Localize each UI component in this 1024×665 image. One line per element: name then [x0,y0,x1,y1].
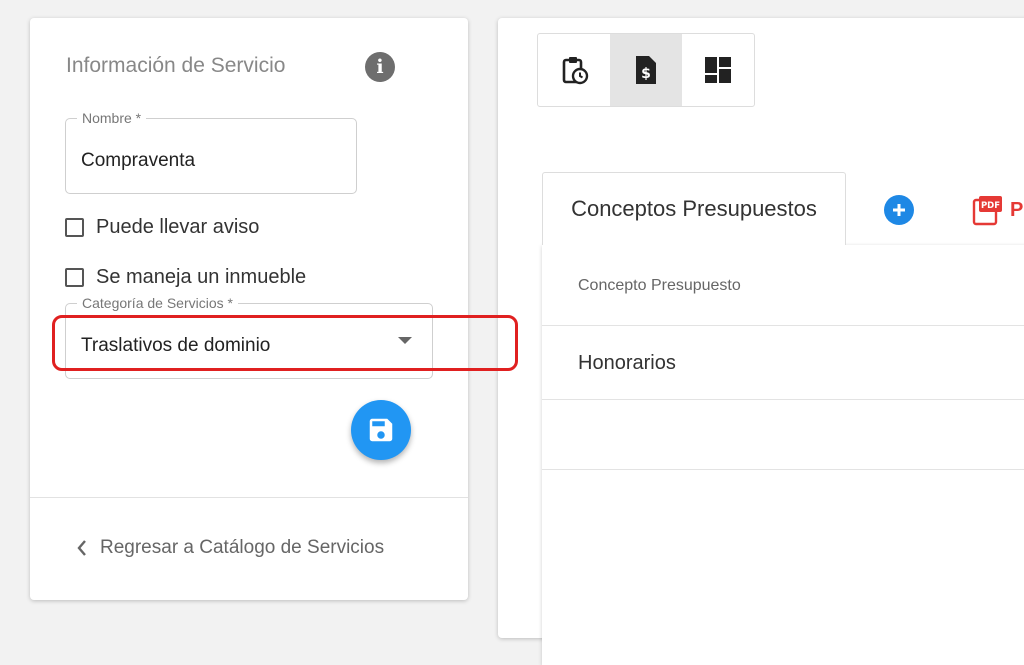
add-concept-button[interactable] [884,195,914,225]
categoria-select[interactable]: Categoría de Servicios * Traslativos de … [65,295,433,379]
pdf-export-button[interactable]: PDF P [972,194,1023,226]
save-icon [369,418,393,442]
checkbox-box[interactable] [65,218,84,237]
puede-llevar-aviso-checkbox[interactable]: Puede llevar aviso [65,216,259,239]
add-circle-icon [893,204,905,216]
chevron-down-icon[interactable] [398,337,412,344]
divider [30,497,468,498]
back-link-label: Regresar a Catálogo de Servicios [100,537,385,558]
se-maneja-inmueble-checkbox[interactable]: Se maneja un inmueble [65,266,306,289]
view-toolbar: $ [537,33,755,107]
tab-conceptos-presupuestos[interactable]: Conceptos Presupuestos [542,172,846,245]
categoria-value[interactable]: Traslativos de dominio [81,335,270,357]
table-row[interactable]: Honorarios [578,352,676,375]
categoria-label: Categoría de Servicios * [77,295,238,311]
row-divider [542,469,1024,470]
checkbox-label: Se maneja un inmueble [96,266,307,288]
concepts-card: $ Conceptos Presupuestos PDF P Concepto … [498,18,1024,665]
nombre-value[interactable]: Compraventa [81,150,195,172]
pdf-badge: PDF [981,201,1000,211]
checkbox-box[interactable] [65,268,84,287]
svg-text:$: $ [641,66,651,82]
checkbox-label: Puede llevar aviso [96,216,260,238]
nombre-field[interactable]: Nombre * Compraventa [65,110,357,194]
invoice-button[interactable]: $ [610,34,682,106]
info-icon[interactable]: i [365,52,395,82]
service-info-card: Información de Servicio i Nombre * Compr… [30,18,468,600]
column-header-concepto: Concepto Presupuesto [578,277,741,294]
pdf-label: P [1010,198,1024,221]
clipboard-clock-icon [562,57,589,85]
header-divider [542,325,1024,326]
clipboard-clock-button[interactable] [538,34,610,106]
back-to-catalog-link[interactable]: Regresar a Catálogo de Servicios [76,537,384,559]
invoice-dollar-icon: $ [636,56,656,84]
save-button[interactable] [351,400,411,460]
chevron-left-icon [77,540,86,556]
concepts-table: Concepto Presupuesto Honorarios [542,245,1024,665]
section-title: Información de Servicio [66,54,286,77]
dashboard-button[interactable] [682,34,754,106]
row-divider [542,399,1024,400]
dashboard-icon [705,57,731,83]
nombre-label: Nombre * [77,110,147,126]
pdf-icon: PDF [972,196,1002,226]
